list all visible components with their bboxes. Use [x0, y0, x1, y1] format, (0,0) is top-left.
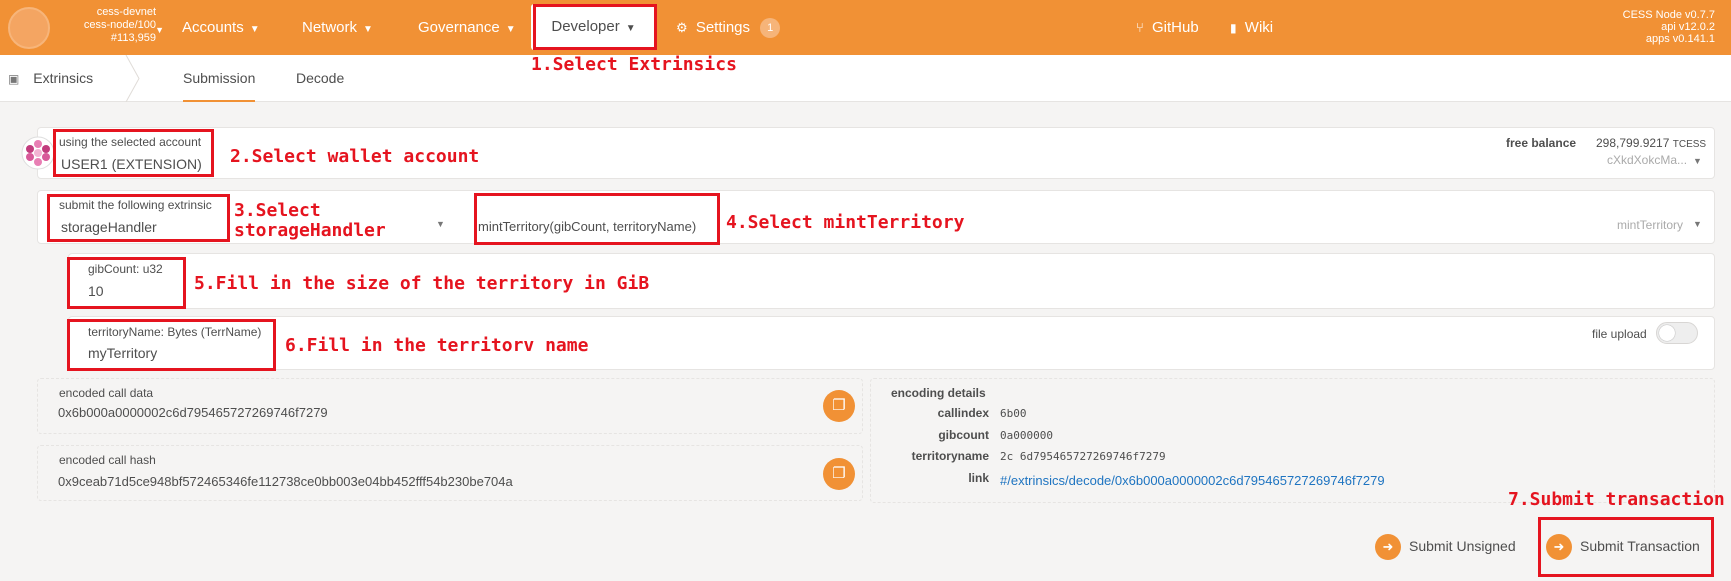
- top-navbar: cess-devnet cess-node/100 #113,959 ▼ Acc…: [0, 0, 1731, 55]
- free-balance-label: free balance: [1506, 136, 1577, 150]
- chevron-down-icon: ▼: [363, 24, 373, 35]
- book-icon: ▮: [1230, 21, 1237, 35]
- node-name: cess-node/100: [83, 19, 156, 31]
- annotation-5: 5.Fill in the size of the territory in G…: [194, 273, 650, 294]
- github-icon: ⑂: [1136, 20, 1144, 35]
- nav-settings-label: Settings: [695, 19, 751, 36]
- nav-accounts-label: Accounts: [182, 19, 244, 36]
- chevron-down-icon[interactable]: ▼: [1693, 219, 1702, 229]
- account-address: cXkdXokcMa...: [1607, 153, 1688, 167]
- encoding-details-title: encoding details: [891, 386, 986, 400]
- nav-accounts[interactable]: Accounts ▼: [182, 0, 260, 55]
- call-data-value: 0x6b000a0000002c6d795465727269746f7279: [58, 405, 328, 420]
- copy-call-hash-button[interactable]: ❐: [823, 458, 855, 490]
- call-data-label: encoded call data: [59, 386, 154, 400]
- tab-decode[interactable]: Decode: [281, 55, 359, 102]
- call-hash-value: 0x9ceab71d5ce948bf572465346fe112738ce0bb…: [58, 474, 513, 489]
- nav-github-label: GitHub: [1151, 19, 1199, 36]
- highlight-account: [53, 129, 214, 177]
- detail-key-territoryname: territoryname: [911, 449, 989, 463]
- highlight-developer: [533, 4, 657, 50]
- call-hash-label: encoded call hash: [59, 453, 156, 467]
- chevron-down-icon: ▼: [505, 24, 516, 35]
- annotation-1: 1.Select Extrinsics: [531, 54, 737, 75]
- nav-governance[interactable]: Governance ▼: [418, 0, 516, 55]
- sign-in-icon: ➜: [1375, 534, 1401, 561]
- annotation-7: 7.Submit transaction: [1508, 489, 1725, 510]
- annotation-6: 6.Fill in the territorv name: [285, 335, 589, 356]
- box-icon: ▣: [8, 72, 20, 86]
- chain-selector[interactable]: cess-devnet cess-node/100 #113,959 ▼: [56, 6, 164, 45]
- detail-key-callindex: callindex: [937, 406, 989, 420]
- highlight-module: [47, 194, 230, 242]
- copy-call-data-button[interactable]: ❐: [823, 390, 855, 422]
- decode-link[interactable]: #/extrinsics/decode/0x6b000a0000002c6d79…: [1000, 473, 1385, 488]
- highlight-submit: [1538, 517, 1714, 577]
- detail-value-gibcount: 0a000000: [1000, 429, 1053, 442]
- chevron-down-icon: ▼: [155, 25, 164, 35]
- annotation-3a: 3.Select: [234, 200, 321, 221]
- submit-unsigned-label: Submit Unsigned: [1409, 538, 1516, 554]
- submit-unsigned-button[interactable]: ➜ Submit Unsigned: [1375, 531, 1516, 561]
- gears-icon: ⚙: [676, 20, 688, 35]
- annotation-2: 2.Select wallet account: [230, 146, 480, 167]
- annotation-4: 4.Select mintTerritory: [726, 212, 965, 233]
- nav-network[interactable]: Network ▼: [302, 0, 373, 55]
- file-upload-label: file upload: [1592, 327, 1647, 341]
- chain-logo-icon[interactable]: [8, 7, 50, 49]
- version-info: CESS Node v0.7.7 api v12.0.2 apps v0.141…: [1623, 9, 1715, 45]
- nav-wiki-label: Wiki: [1244, 19, 1274, 36]
- tab-decode-label: Decode: [296, 70, 345, 86]
- sub-navbar: ▣ Extrinsics Submission Decode: [0, 55, 1731, 102]
- detail-key-link: link: [968, 471, 989, 485]
- section-label: Extrinsics: [33, 70, 94, 86]
- detail-value-territoryname: 2c 6d795465727269746f7279: [1000, 450, 1166, 463]
- node-version: CESS Node v0.7.7: [1622, 9, 1715, 21]
- balance-amount: 298,799.9217: [1596, 136, 1670, 150]
- apps-version: apps v0.141.1: [1645, 33, 1715, 45]
- nav-github[interactable]: ⑂ GitHub: [1136, 0, 1199, 55]
- detail-value-callindex: 6b00: [1000, 407, 1027, 420]
- settings-badge: 1: [760, 18, 781, 39]
- nav-settings[interactable]: ⚙ Settings 1: [676, 0, 781, 55]
- tab-submission-label: Submission: [183, 70, 256, 86]
- nav-network-label: Network: [302, 19, 358, 36]
- chain-name: cess-devnet: [96, 6, 156, 18]
- call-short: mintTerritory: [1617, 218, 1684, 232]
- block-number: #113,959: [110, 32, 156, 44]
- tab-submission[interactable]: Submission: [168, 55, 270, 102]
- breadcrumb-divider-icon: [125, 55, 140, 102]
- nav-wiki[interactable]: ▮ Wiki: [1230, 0, 1273, 55]
- api-version: api v12.0.2: [1661, 21, 1715, 33]
- section-title: ▣ Extrinsics: [8, 55, 93, 102]
- balance-unit: TCESS: [1672, 139, 1707, 150]
- nav-governance-label: Governance: [418, 19, 500, 36]
- chevron-down-icon[interactable]: ▼: [1693, 156, 1702, 166]
- copy-icon: ❐: [832, 465, 846, 482]
- copy-icon: ❐: [832, 397, 846, 414]
- chevron-down-icon[interactable]: ▼: [436, 219, 445, 229]
- highlight-gibcount: [67, 257, 186, 309]
- highlight-territoryname: [67, 319, 276, 371]
- annotation-3b: storageHandler: [234, 220, 386, 241]
- encoded-call-hash-panel: [37, 445, 863, 501]
- highlight-call: [474, 193, 720, 245]
- detail-key-gibcount: gibcount: [938, 428, 989, 442]
- chevron-down-icon: ▼: [249, 24, 260, 35]
- file-upload-toggle[interactable]: [1656, 322, 1698, 344]
- account-identicon-icon: [21, 136, 55, 170]
- free-balance-value: 298,799.9217 TCESS: [1596, 136, 1706, 150]
